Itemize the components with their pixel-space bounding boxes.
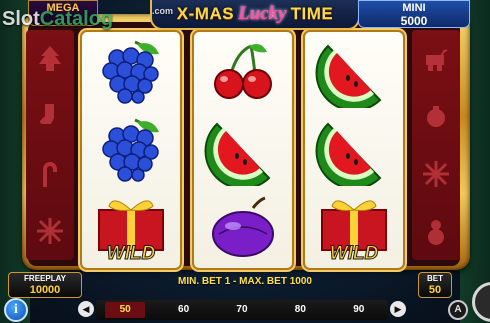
watermark: SlotCatalog .com <box>2 6 173 31</box>
watermark-com: .com <box>152 6 174 16</box>
info-button[interactable]: i <box>4 298 28 322</box>
cherries-icon <box>214 44 272 99</box>
reel-cell <box>82 112 180 190</box>
christmas-tree-icon <box>39 45 61 71</box>
bet-value: 50 <box>428 284 442 296</box>
grapes-icon <box>102 118 159 182</box>
freeplay-label: FREEPLAY <box>24 274 66 283</box>
wild-gift-icon: WILD <box>98 200 164 264</box>
snowman-icon <box>428 220 444 246</box>
snowflake-icon <box>37 218 63 245</box>
bet-limits-text: MIN. BET 1 - MAX. BET 1000 <box>178 276 312 287</box>
watermark-catalog: Catalog <box>39 8 114 30</box>
bet-next-button[interactable]: ▶ <box>390 301 406 317</box>
stocking-icon <box>40 104 54 125</box>
bet-display: BET 50 <box>418 272 452 298</box>
wild-label: WILD <box>107 243 156 264</box>
wild-label: WILD <box>330 243 379 264</box>
mini-jackpot-label: MINI <box>402 2 426 14</box>
reel-cell: WILD <box>305 190 403 268</box>
reel-cell <box>82 34 180 112</box>
bet-option-70[interactable]: 70 <box>222 302 262 318</box>
reel-cell <box>194 34 292 112</box>
bet-option-60[interactable]: 60 <box>164 302 204 318</box>
watermelon-icon <box>315 44 382 108</box>
bet-option-80[interactable]: 80 <box>280 302 320 318</box>
ornament-icon <box>427 106 445 128</box>
bet-label: BET <box>427 274 443 283</box>
bet-option-90[interactable]: 90 <box>339 302 379 318</box>
candy-cane-icon <box>43 161 57 187</box>
reel-cell <box>194 112 292 190</box>
reel-2 <box>194 32 292 268</box>
snowflake-icon <box>423 160 449 187</box>
reel-cell <box>305 112 403 190</box>
watermark-slot: Slot <box>2 8 40 30</box>
grapes-icon <box>102 40 159 104</box>
freeplay-display: FREEPLAY 10000 <box>8 272 82 298</box>
reel-cell <box>305 34 403 112</box>
bet-option-50[interactable]: 50 <box>105 302 146 318</box>
reel-1: WILD <box>82 32 180 268</box>
reel-cell <box>194 190 292 268</box>
bet-selector: 50 60 70 80 90 <box>96 300 388 320</box>
title-time: TIME <box>290 4 334 23</box>
mini-jackpot: MINI 5000 <box>358 0 470 28</box>
title-lucky: Lucky <box>238 3 287 24</box>
side-decoration-left <box>26 30 74 260</box>
watermelon-icon <box>315 122 382 186</box>
side-decoration-right <box>412 30 460 260</box>
reel-cell: WILD <box>82 190 180 268</box>
title-xmas: X-MAS <box>176 4 235 23</box>
mini-jackpot-value: 5000 <box>400 14 428 28</box>
autoplay-button[interactable]: A <box>448 300 468 320</box>
freeplay-value: 10000 <box>29 284 61 296</box>
watermelon-icon <box>204 122 271 186</box>
plum-icon <box>212 196 274 257</box>
reindeer-icon <box>426 48 448 71</box>
bet-prev-button[interactable]: ◀ <box>78 301 94 317</box>
wild-gift-icon: WILD <box>321 200 387 264</box>
reel-3: WILD <box>305 32 403 268</box>
game-title: X-MAS Lucky TIME <box>150 0 360 30</box>
